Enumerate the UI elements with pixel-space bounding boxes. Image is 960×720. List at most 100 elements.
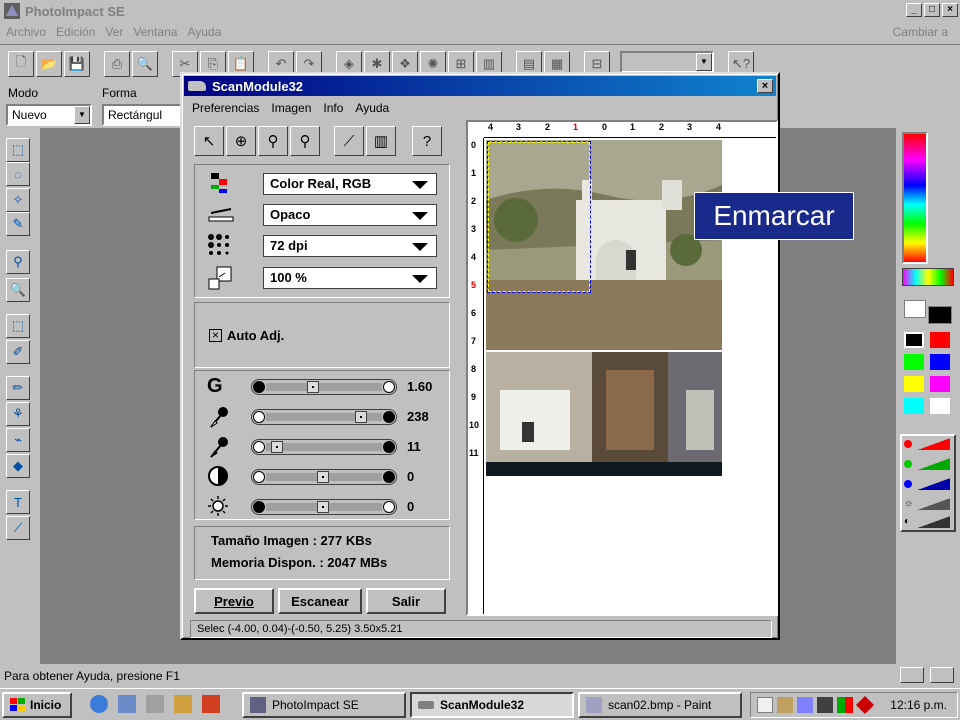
task-photoimpact[interactable]: PhotoImpact SE [242, 692, 406, 718]
lasso-select-icon[interactable]: ◌ [6, 162, 30, 186]
contrast-curve-icon[interactable] [918, 516, 950, 528]
gamma-thumb[interactable] [306, 381, 319, 393]
clone-icon[interactable]: ⚘ [6, 402, 30, 426]
grid-toggle-icon[interactable] [930, 667, 954, 683]
line-icon[interactable]: ⟋ [6, 516, 30, 540]
outlook-icon[interactable] [118, 695, 136, 713]
maximize-button[interactable]: □ [924, 3, 940, 17]
menu-scan-ayuda[interactable]: Ayuda [355, 101, 389, 115]
tray-icon-2[interactable] [777, 697, 793, 713]
desktop-icon[interactable] [146, 695, 164, 713]
magic-wand-icon[interactable]: ✧ [6, 188, 30, 212]
menu-ventana[interactable]: Ventana [133, 25, 177, 39]
retouch-icon[interactable]: ⌁ [6, 428, 30, 452]
green-channel-icon[interactable] [904, 460, 912, 468]
eyedropper-black-icon[interactable]: ⚲ [290, 126, 320, 156]
scale-select[interactable]: 100 % [263, 267, 437, 289]
blue-curve-icon[interactable] [918, 478, 950, 490]
channels-icon[interactable] [174, 695, 192, 713]
swatch-blue[interactable] [930, 354, 950, 370]
tray-icon-6[interactable] [855, 695, 875, 715]
menu-cambiar-a[interactable]: Cambiar a [893, 25, 948, 39]
zoom-select[interactable]: ▼ [620, 51, 714, 73]
eyedropper-white-icon[interactable]: ⚲ [258, 126, 288, 156]
swatch-white[interactable] [930, 398, 950, 414]
tray-icon-5[interactable] [837, 697, 853, 713]
tray-icon-3[interactable] [797, 697, 813, 713]
minimize-button[interactable]: _ [906, 3, 922, 17]
paint-icon[interactable]: ✏ [6, 376, 30, 400]
ie-icon[interactable] [90, 695, 108, 713]
preview-button[interactable]: Previo [194, 588, 274, 614]
background-color-swatch[interactable] [904, 300, 926, 318]
rect-select-icon[interactable]: ⬚ [6, 138, 30, 162]
blue-channel-icon[interactable] [904, 480, 912, 488]
contrast-slider[interactable] [251, 469, 397, 485]
gamma-slider[interactable] [251, 379, 397, 395]
shape-select[interactable]: Rectángul [102, 104, 182, 126]
save-icon[interactable]: 💾 [64, 51, 90, 77]
start-button[interactable]: Inicio [2, 692, 72, 718]
menu-archivo[interactable]: Archivo [6, 25, 46, 39]
highlight-thumb[interactable] [354, 411, 367, 423]
swatch-green[interactable] [904, 354, 924, 370]
auto-adj-checkbox[interactable]: × [209, 329, 222, 342]
close-button[interactable]: × [942, 3, 958, 17]
task-scanmodule[interactable]: ScanModule32 [410, 692, 574, 718]
brightness-slider[interactable] [251, 499, 397, 515]
menu-preferencias[interactable]: Preferencias [192, 101, 259, 115]
fill-icon[interactable]: ◆ [6, 454, 30, 478]
menu-ver[interactable]: Ver [105, 25, 123, 39]
green-curve-icon[interactable] [918, 458, 950, 470]
brightness-curve-icon[interactable] [918, 498, 950, 510]
tray-icon-4[interactable] [817, 697, 833, 713]
color-spectrum[interactable] [902, 132, 928, 264]
menu-ayuda[interactable]: Ayuda [187, 25, 221, 39]
zoom-icon[interactable]: 🔍 [6, 278, 30, 302]
scan-type-select[interactable]: Opaco [263, 204, 437, 226]
palette-strip[interactable] [902, 268, 954, 286]
contrast-thumb[interactable] [317, 471, 329, 483]
task-paint[interactable]: scan02.bmp - Paint [578, 692, 742, 718]
menu-info[interactable]: Info [323, 101, 343, 115]
ruler-toggle-icon[interactable] [900, 667, 924, 683]
brightness-thumb[interactable] [317, 501, 329, 513]
red-curve-icon[interactable] [918, 438, 950, 450]
shadow-slider[interactable] [251, 439, 397, 455]
eyedropper-icon[interactable]: ⚲ [6, 250, 30, 274]
print-icon[interactable]: ⎙ [104, 51, 130, 77]
swatch-magenta[interactable] [930, 376, 950, 392]
swatch-cyan[interactable] [904, 398, 924, 414]
tray-icon-1[interactable] [757, 697, 773, 713]
print-preview-icon[interactable]: 🔍 [132, 51, 158, 77]
help-pointer-icon[interactable]: ? [412, 126, 442, 156]
menu-edicion[interactable]: Edición [56, 25, 95, 39]
highlight-slider[interactable] [251, 409, 397, 425]
foreground-color-swatch[interactable] [928, 306, 952, 324]
scan-close-button[interactable]: × [757, 79, 773, 93]
exit-button[interactable]: Salir [366, 588, 446, 614]
swatch-black[interactable] [904, 332, 924, 348]
mode-select[interactable]: Nuevo ▼ [6, 104, 92, 126]
quicklaunch-icon[interactable] [202, 695, 220, 713]
open-folder-icon[interactable]: 📂 [36, 51, 62, 77]
scan-button[interactable]: Escanear [278, 588, 362, 614]
crop-icon[interactable]: ✐ [6, 340, 30, 364]
color-mode-select[interactable]: Color Real, RGB [263, 173, 437, 195]
shadow-thumb[interactable] [271, 441, 284, 453]
contrast-icon[interactable]: ◐ [904, 516, 910, 527]
resolution-select[interactable]: 72 dpi [263, 235, 437, 257]
zoom-in-icon[interactable]: ⊕ [226, 126, 256, 156]
new-file-icon[interactable]: 🗋 [8, 51, 34, 77]
menu-imagen[interactable]: Imagen [271, 101, 311, 115]
histogram-icon[interactable]: ▥ [366, 126, 396, 156]
brush-select-icon[interactable]: ✎ [6, 212, 30, 236]
pointer-icon[interactable]: ↖ [194, 126, 224, 156]
swatch-yellow[interactable] [904, 376, 924, 392]
brightness-icon[interactable]: ☼ [904, 498, 913, 509]
swatch-red[interactable] [930, 332, 950, 348]
red-channel-icon[interactable] [904, 440, 912, 448]
text-icon[interactable]: T [6, 490, 30, 514]
transform-icon[interactable]: ⬚ [6, 314, 30, 338]
selection-marquee[interactable] [487, 141, 591, 293]
